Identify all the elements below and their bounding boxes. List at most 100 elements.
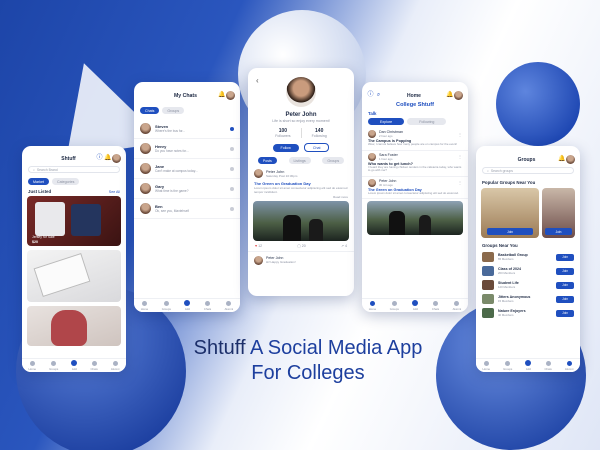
- avatar[interactable]: [368, 130, 376, 138]
- join-button[interactable]: Join: [545, 228, 572, 235]
- chat-row[interactable]: Steven Where's the bus for...: [134, 119, 240, 139]
- more-icon[interactable]: ⋮: [458, 180, 462, 185]
- nav-alumni[interactable]: Alumni: [111, 360, 119, 371]
- more-icon[interactable]: ⋮: [458, 132, 462, 137]
- nav-groups[interactable]: Groups: [162, 300, 171, 311]
- nav-chats[interactable]: Chats: [90, 360, 98, 371]
- group-row[interactable]: Jitters Anonymous 15 Members Join: [476, 292, 580, 306]
- tab-categories[interactable]: Categories: [51, 178, 80, 185]
- avatar[interactable]: [454, 91, 463, 100]
- avatar[interactable]: [566, 155, 575, 164]
- listing-item[interactable]: Jersey for Sale $20: [27, 196, 121, 246]
- join-button[interactable]: Join: [487, 228, 534, 235]
- nav-home[interactable]: Home: [29, 360, 36, 371]
- alumni-icon: [226, 300, 232, 306]
- follow-button[interactable]: Follow: [272, 143, 299, 152]
- back-arrow-icon[interactable]: ‹: [256, 76, 259, 85]
- feed-post[interactable]: Peter John 30 min ago ⋮ The Green on Gradua…: [362, 177, 468, 200]
- tab-following[interactable]: Following: [407, 118, 447, 125]
- nav-alumni[interactable]: Alumni: [565, 360, 573, 371]
- popular-group-card[interactable]: Join: [481, 188, 540, 238]
- listing-price: $20: [32, 240, 38, 244]
- group-row[interactable]: Basketball Group 65 Members Join: [476, 250, 580, 264]
- bell-icon[interactable]: 🔔: [558, 156, 565, 163]
- bell-icon[interactable]: 🔔: [104, 155, 111, 162]
- more-icon[interactable]: ⋮: [458, 154, 462, 159]
- join-button[interactable]: Join: [556, 253, 574, 261]
- nav-alumni[interactable]: Alumni: [225, 300, 233, 311]
- group-members: 120 Members: [498, 285, 516, 289]
- nav-chats[interactable]: Chats: [204, 300, 211, 311]
- nav-groups[interactable]: Groups: [503, 360, 512, 371]
- read-more-link[interactable]: Read more: [248, 195, 354, 199]
- avatar[interactable]: [254, 169, 263, 178]
- join-button[interactable]: Join: [556, 309, 574, 317]
- post-image[interactable]: [367, 201, 463, 236]
- like-count[interactable]: ♥ 12: [255, 244, 262, 248]
- group-row[interactable]: Student Life 120 Members Join: [476, 278, 580, 292]
- group-row[interactable]: Class of 2024 200 Members Join: [476, 264, 580, 278]
- decor-sphere: [496, 62, 580, 146]
- post-body: I heard they are having chicken tenders …: [368, 164, 462, 173]
- tab-market[interactable]: Market: [28, 178, 49, 185]
- nav-add[interactable]: Add: [184, 300, 191, 311]
- group-row[interactable]: Nature Enjoyers 40 Members Join: [476, 306, 580, 320]
- tab-listings[interactable]: Listings: [288, 157, 311, 164]
- join-button[interactable]: Join: [556, 267, 574, 275]
- feed-post[interactable]: Sara Foster 1 hour ago ⋮ Who wants to get l…: [362, 151, 468, 177]
- tab-posts[interactable]: Posts: [257, 157, 277, 164]
- join-button[interactable]: Join: [556, 281, 574, 289]
- search-input[interactable]: ⌕ Search Brand: [28, 166, 120, 173]
- post-time: Saturday Post 10:30pm: [266, 173, 298, 178]
- tab-groups[interactable]: Groups: [162, 107, 185, 114]
- listing-item[interactable]: [27, 250, 121, 302]
- chat-text: Steven Where's the bus for...: [155, 124, 226, 133]
- avatar[interactable]: [254, 255, 263, 265]
- nav-groups[interactable]: Groups: [49, 360, 58, 371]
- bell-icon[interactable]: 🔔: [218, 92, 225, 99]
- nav-add[interactable]: Add: [412, 300, 419, 311]
- chat-row[interactable]: Gary What time is the game?: [134, 179, 240, 199]
- chat-list: Steven Where's the bus for... Henry Do you …: [134, 119, 240, 219]
- popular-group-card[interactable]: Join: [542, 188, 575, 238]
- share-count[interactable]: ↗ 4: [341, 244, 347, 248]
- nav-home[interactable]: Home: [369, 300, 376, 311]
- chat-row[interactable]: Henry Do you have notes for...: [134, 139, 240, 159]
- comment-count[interactable]: ▢ 20: [297, 244, 305, 248]
- nav-add[interactable]: Add: [71, 360, 78, 371]
- avatar[interactable]: [111, 154, 121, 163]
- nav-chats[interactable]: Chats: [544, 360, 552, 371]
- chat-text: Henry Do you have notes for...: [155, 144, 226, 153]
- bell-icon[interactable]: 🔔: [446, 92, 453, 99]
- avatar[interactable]: [368, 152, 376, 161]
- tab-groups[interactable]: Groups: [322, 157, 345, 164]
- avatar[interactable]: [226, 91, 235, 100]
- nav-chats[interactable]: Chats: [432, 300, 439, 311]
- nav-home[interactable]: Home: [483, 360, 490, 371]
- info-icon[interactable]: ⓘ: [367, 92, 374, 99]
- avatar[interactable]: [368, 178, 376, 187]
- search-input[interactable]: ⌕ Search groups: [482, 167, 574, 174]
- search-icon: ⌕: [487, 168, 489, 173]
- post-image[interactable]: [253, 200, 349, 241]
- see-all-link[interactable]: See All: [109, 190, 120, 194]
- info-icon[interactable]: ⓘ: [96, 155, 103, 162]
- group-text: Student Life 120 Members: [498, 281, 552, 289]
- tab-explore[interactable]: Explore: [368, 118, 405, 125]
- chat-row[interactable]: Ben Ok, see you, Maxtehsel!: [134, 199, 240, 219]
- join-button[interactable]: Join: [556, 295, 574, 303]
- add-icon: [71, 360, 78, 366]
- nav-home[interactable]: Home: [141, 300, 148, 311]
- chat-button[interactable]: Chat: [303, 143, 330, 152]
- nav-alumni[interactable]: Alumni: [453, 300, 461, 311]
- listing-item[interactable]: [27, 306, 121, 346]
- phone-chats-screen: My Chats 🔔 Chats Groups Steven Where's th…: [134, 82, 240, 312]
- nav-add[interactable]: Add: [525, 360, 532, 371]
- search-icon[interactable]: ⌕: [375, 92, 382, 99]
- tab-chats[interactable]: Chats: [140, 107, 160, 114]
- group-thumbnail: [482, 294, 494, 304]
- chat-row[interactable]: Jane Can't make at campus today...: [134, 159, 240, 179]
- nav-groups[interactable]: Groups: [390, 300, 399, 311]
- chat-icon: [91, 360, 97, 366]
- feed-post[interactable]: Dan Christman 2 hour ago ⋮ The Campus is Po…: [362, 128, 468, 151]
